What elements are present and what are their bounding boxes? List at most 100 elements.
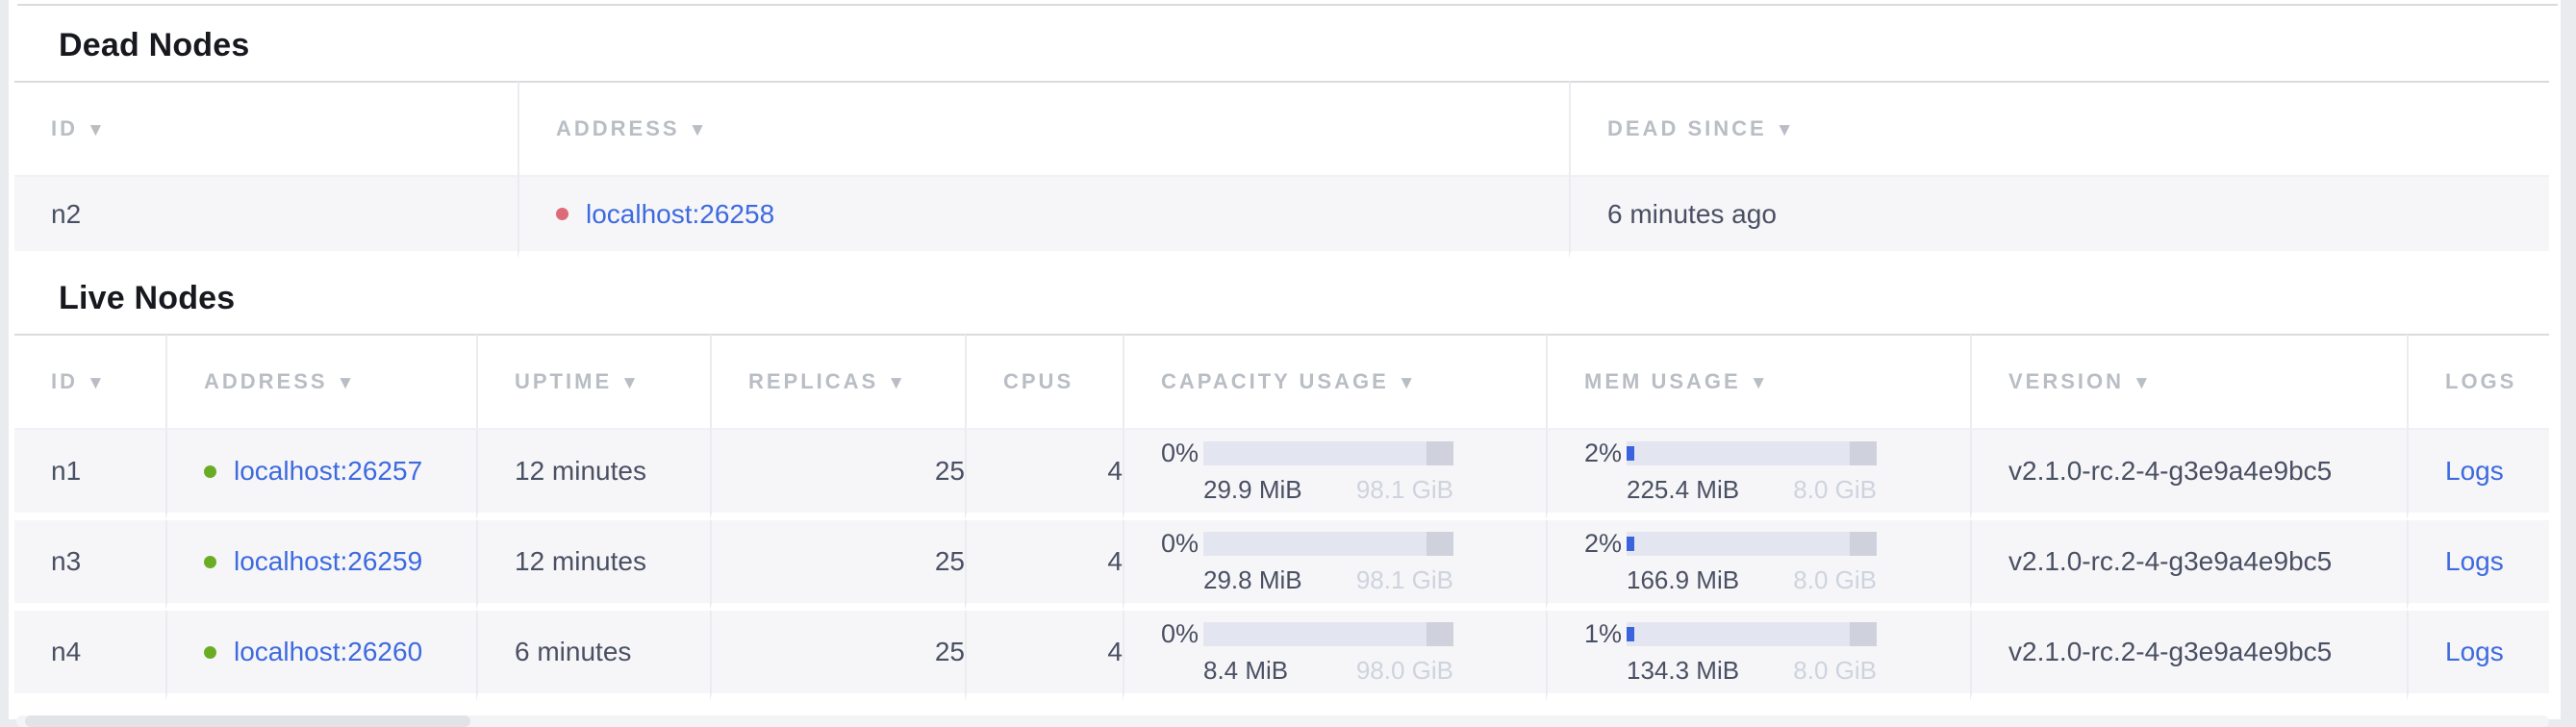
cell-replicas: 25 <box>710 520 965 611</box>
cell-address: localhost:26260 <box>165 611 476 701</box>
mem-percent: 2% <box>1584 439 1627 468</box>
column-header-label: VERSION <box>2008 369 2124 393</box>
mem-used-value: 225.4 MiB <box>1627 475 1739 505</box>
cell-cpus: 4 <box>965 520 1123 611</box>
column-header-address[interactable]: ADDRESS▼ <box>165 334 476 430</box>
bar-end-cap <box>1850 532 1877 556</box>
sort-desc-icon: ▼ <box>2133 373 2151 393</box>
capacity-percent: 0% <box>1161 529 1203 559</box>
mem-used-value: 166.9 MiB <box>1627 565 1739 595</box>
column-header-label: ID <box>51 369 78 393</box>
sort-desc-icon: ▼ <box>1776 120 1794 140</box>
bar-end-cap <box>1427 532 1453 556</box>
mem-usage-bar <box>1627 532 1877 556</box>
capacity-usage-bar <box>1203 622 1453 646</box>
mem-total-value: 8.0 GiB <box>1793 656 1877 686</box>
sort-desc-icon: ▼ <box>620 373 639 393</box>
logs-link[interactable]: Logs <box>2445 456 2504 486</box>
live-nodes-header-row: ID▼ ADDRESS▼ UPTIME▼ REPLICAS▼ CPUS CAPA… <box>14 334 2549 430</box>
cell-mem-usage: 1% 134.3 MiB 8.0 GiB <box>1546 611 1970 701</box>
column-header-cpus: CPUS <box>965 334 1123 430</box>
address-link[interactable]: localhost:26257 <box>234 456 422 487</box>
column-header-label: ADDRESS <box>556 116 680 140</box>
column-header-label: LOGS <box>2445 369 2516 393</box>
column-header-address[interactable]: ADDRESS▼ <box>518 81 1569 177</box>
cell-capacity-usage: 0% 29.9 MiB 98.1 GiB <box>1123 430 1546 520</box>
capacity-total-value: 98.1 GiB <box>1356 475 1453 505</box>
capacity-percent: 0% <box>1161 619 1203 649</box>
capacity-total-value: 98.0 GiB <box>1356 656 1453 686</box>
cell-capacity-usage: 0% 8.4 MiB 98.0 GiB <box>1123 611 1546 701</box>
capacity-used-value: 29.8 MiB <box>1203 565 1302 595</box>
cell-logs: Logs <box>2407 611 2549 701</box>
logs-link[interactable]: Logs <box>2445 546 2504 576</box>
mem-usage-bar <box>1627 622 1877 646</box>
bar-used-fill <box>1627 627 1634 641</box>
cell-replicas: 25 <box>710 430 965 520</box>
column-header-id[interactable]: ID▼ <box>14 334 165 430</box>
cell-node-id: n1 <box>14 430 165 520</box>
cell-address: localhost:26259 <box>165 520 476 611</box>
capacity-total-value: 98.1 GiB <box>1356 565 1453 595</box>
capacity-used-value: 8.4 MiB <box>1203 656 1288 686</box>
section-divider <box>17 4 2558 6</box>
capacity-used-value: 29.9 MiB <box>1203 475 1302 505</box>
mem-total-value: 8.0 GiB <box>1793 475 1877 505</box>
cell-version: v2.1.0-rc.2-4-g3e9a4e9bc5 <box>1970 611 2407 701</box>
cell-version: v2.1.0-rc.2-4-g3e9a4e9bc5 <box>1970 520 2407 611</box>
column-header-id[interactable]: ID▼ <box>14 81 518 177</box>
column-header-version[interactable]: VERSION ▼ <box>1970 334 2407 430</box>
column-header-capacity-usage[interactable]: CAPACITY USAGE▼ <box>1123 334 1546 430</box>
cell-version: v2.1.0-rc.2-4-g3e9a4e9bc5 <box>1970 430 2407 520</box>
column-header-dead-since[interactable]: DEAD SINCE ▼ <box>1569 81 2549 177</box>
address-link[interactable]: localhost:26258 <box>586 199 774 230</box>
capacity-percent: 0% <box>1161 439 1203 468</box>
logs-link[interactable]: Logs <box>2445 637 2504 666</box>
live-nodes-table: ID▼ ADDRESS▼ UPTIME▼ REPLICAS▼ CPUS CAPA… <box>14 334 2549 701</box>
bar-used-fill <box>1627 446 1634 461</box>
cell-address: localhost:26258 <box>518 177 1569 259</box>
nodes-overview-panel: Dead Nodes ID▼ ADDRESS▼ DEAD SINCE▼ n2 l… <box>9 0 2561 719</box>
address-link[interactable]: localhost:26260 <box>234 637 422 667</box>
dead-nodes-title: Dead Nodes <box>59 27 2561 63</box>
horizontal-scrollbar[interactable] <box>16 715 2549 727</box>
cell-node-id: n2 <box>14 177 518 259</box>
column-header-label: MEM USAGE <box>1584 369 1741 393</box>
bar-end-cap <box>1427 622 1453 646</box>
column-header-label: DEAD SINCE <box>1607 116 1767 140</box>
scrollbar-thumb[interactable] <box>25 715 470 727</box>
sort-desc-icon: ▼ <box>87 120 105 140</box>
column-header-label: UPTIME <box>515 369 612 393</box>
sort-desc-icon: ▼ <box>1398 373 1416 393</box>
address-link[interactable]: localhost:26259 <box>234 546 422 577</box>
mem-used-value: 134.3 MiB <box>1627 656 1739 686</box>
mem-total-value: 8.0 GiB <box>1793 565 1877 595</box>
live-status-dot <box>204 465 216 478</box>
cell-dead-since: 6 minutes ago <box>1569 177 2549 259</box>
dead-nodes-header-row: ID▼ ADDRESS▼ DEAD SINCE▼ <box>14 81 2549 177</box>
live-status-dot <box>204 556 216 568</box>
column-header-label: REPLICAS <box>748 369 878 393</box>
column-header-replicas[interactable]: REPLICAS ▼ <box>710 334 965 430</box>
cell-logs: Logs <box>2407 520 2549 611</box>
column-header-mem-usage[interactable]: MEM USAGE ▼ <box>1546 334 1970 430</box>
bar-used-fill <box>1627 537 1634 551</box>
cell-node-id: n3 <box>14 520 165 611</box>
cell-address: localhost:26257 <box>165 430 476 520</box>
mem-usage-bar <box>1627 441 1877 465</box>
capacity-usage-bar <box>1203 532 1453 556</box>
mem-percent: 1% <box>1584 619 1627 649</box>
bar-end-cap <box>1850 441 1877 465</box>
table-row: n4 localhost:26260 6 minutes 25 4 0% <box>14 611 2549 701</box>
cell-capacity-usage: 0% 29.8 MiB 98.1 GiB <box>1123 520 1546 611</box>
column-header-uptime[interactable]: UPTIME ▼ <box>476 334 710 430</box>
live-nodes-title: Live Nodes <box>59 280 2561 316</box>
column-header-label: CPUS <box>1003 369 1073 393</box>
column-header-label: ADDRESS <box>204 369 328 393</box>
sort-desc-icon: ▼ <box>1750 373 1768 393</box>
cell-logs: Logs <box>2407 430 2549 520</box>
sort-desc-icon: ▼ <box>887 373 905 393</box>
mem-percent: 2% <box>1584 529 1627 559</box>
cell-mem-usage: 2% 225.4 MiB 8.0 GiB <box>1546 430 1970 520</box>
dead-nodes-table: ID▼ ADDRESS▼ DEAD SINCE▼ n2 localhost:26… <box>14 81 2549 259</box>
